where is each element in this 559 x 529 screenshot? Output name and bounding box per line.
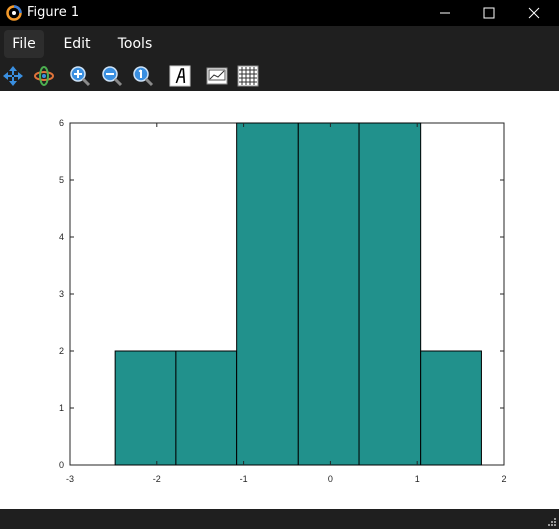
text-annotation-icon — [169, 65, 191, 87]
axes-toggle-button[interactable] — [205, 64, 229, 88]
y-tick-label-1: 1 — [59, 403, 64, 413]
y-tick-label-3: 3 — [59, 289, 64, 299]
menu-tools[interactable]: Tools — [110, 30, 160, 58]
y-tick-label-0: 0 — [59, 460, 64, 470]
octave-logo-icon — [6, 5, 22, 21]
status-bar — [0, 509, 559, 529]
grid-icon — [237, 65, 259, 87]
window-title: Figure 1 — [27, 5, 80, 20]
title-bar: Figure 1 — [0, 0, 559, 26]
histogram-bar-4 — [358, 122, 422, 466]
minimize-icon — [440, 12, 450, 14]
histogram-bar-0 — [114, 350, 177, 466]
zoom-in-button[interactable] — [68, 64, 92, 88]
grid-toggle-button[interactable] — [236, 64, 260, 88]
figure-canvas[interactable]: -3 -2 -1 0 1 2 0 1 2 3 4 5 6 — [0, 91, 559, 509]
x-tick-label-1: -2 — [153, 474, 161, 484]
close-icon — [528, 7, 540, 19]
resize-grip-icon[interactable] — [547, 517, 557, 527]
zoom-reset-button[interactable] — [131, 64, 155, 88]
maximize-icon — [483, 7, 495, 19]
menu-edit[interactable]: Edit — [56, 30, 98, 58]
toolbar — [0, 61, 559, 91]
rotate-icon — [34, 66, 54, 86]
menu-bar: File Edit Tools — [0, 26, 559, 61]
pan-button[interactable] — [1, 64, 25, 88]
y-tick-label-6: 6 — [59, 118, 64, 128]
minimize-button[interactable] — [424, 0, 466, 26]
zoom-in-icon — [70, 66, 91, 87]
rotate-button[interactable] — [32, 64, 56, 88]
x-tick-label-2: -1 — [240, 474, 248, 484]
histogram-chart: -3 -2 -1 0 1 2 0 1 2 3 4 5 6 — [59, 118, 507, 484]
axes-icon — [206, 67, 228, 85]
zoom-reset-icon — [133, 66, 154, 87]
close-button[interactable] — [513, 0, 555, 26]
histogram-bar-2 — [236, 122, 299, 466]
x-tick-label-4: 1 — [415, 474, 420, 484]
zoom-out-icon — [102, 66, 123, 87]
x-tick-label-0: -3 — [66, 474, 74, 484]
histogram-bar-1 — [175, 350, 238, 466]
maximize-button[interactable] — [468, 0, 510, 26]
menu-file[interactable]: File — [4, 30, 44, 58]
y-tick-label-5: 5 — [59, 175, 64, 185]
text-annotation-button[interactable] — [168, 64, 192, 88]
zoom-out-button[interactable] — [100, 64, 124, 88]
y-tick-label-2: 2 — [59, 346, 64, 356]
histogram-bar-3 — [297, 122, 360, 466]
pan-icon — [3, 66, 23, 86]
y-tick-label-4: 4 — [59, 232, 64, 242]
x-tick-label-5: 2 — [501, 474, 506, 484]
histogram-bar-5 — [420, 350, 482, 466]
x-tick-label-3: 0 — [328, 474, 333, 484]
